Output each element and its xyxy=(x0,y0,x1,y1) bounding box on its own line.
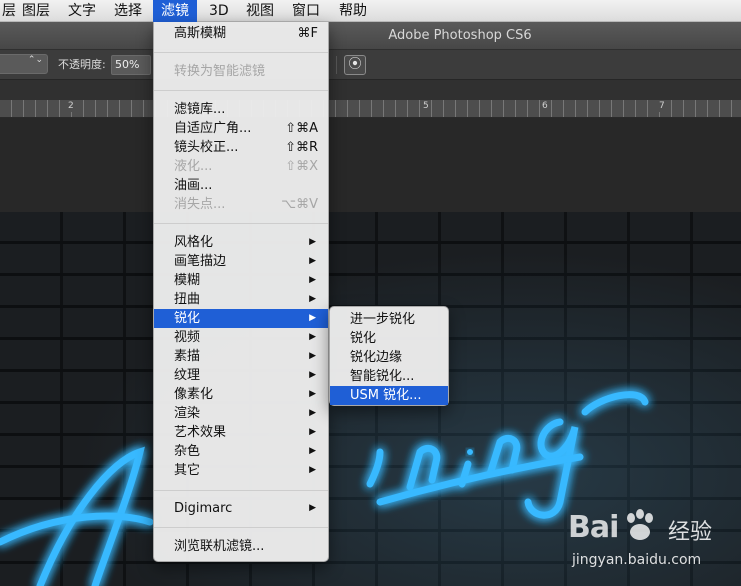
shortcut-label: ⇧⌘A xyxy=(285,121,318,136)
ruler-number: 7 xyxy=(657,100,667,112)
submenu-arrow-icon: ▶ xyxy=(309,408,316,418)
submenu-arrow-icon: ▶ xyxy=(309,427,316,437)
baidu-watermark: Bai 经验 jingyan.baidu.com xyxy=(560,500,741,586)
menu-separator xyxy=(154,527,328,528)
submenu-arrow-icon: ▶ xyxy=(309,503,316,513)
shortcut-label: ⇧⌘R xyxy=(285,140,318,155)
filter-dropdown-menu: 高斯模糊 ⌘F 转换为智能滤镜 滤镜库... 自适应广角... ⇧⌘A 镜头校正… xyxy=(153,22,329,562)
document-tab-strip xyxy=(0,80,741,100)
menu-item-gaussian-blur[interactable]: 高斯模糊 ⌘F xyxy=(154,24,328,43)
sharpen-submenu: 进一步锐化 锐化 锐化边缘 智能锐化... USM 锐化... xyxy=(329,306,449,406)
menu-item-sharpen[interactable]: 锐化 ▶ xyxy=(154,309,328,328)
submenu-arrow-icon: ▶ xyxy=(309,332,316,342)
select-arrows-icon: ⌃⌄ xyxy=(27,55,43,65)
submenu-item-sharpen-edges[interactable]: 锐化边缘 xyxy=(330,348,448,367)
ruler-number: 6 xyxy=(540,100,550,112)
menu-item-sketch[interactable]: 素描 ▶ xyxy=(154,347,328,366)
menu-window[interactable]: 窗口 xyxy=(284,0,328,22)
menu-layer[interactable]: 图层 xyxy=(14,0,58,22)
menu-item-stylize[interactable]: 风格化 ▶ xyxy=(154,233,328,252)
menu-item-browse-filters-online[interactable]: 浏览联机滤镜... xyxy=(154,537,328,556)
menu-item-pixelate[interactable]: 像素化 ▶ xyxy=(154,385,328,404)
workspace-background xyxy=(0,118,741,212)
menu-item-adaptive-wide-angle[interactable]: 自适应广角... ⇧⌘A xyxy=(154,119,328,138)
menu-item-filter-gallery[interactable]: 滤镜库... xyxy=(154,100,328,119)
airbrush-button[interactable]: ⦿ xyxy=(344,55,366,75)
menu-separator xyxy=(154,90,328,91)
menu-item-brush-strokes[interactable]: 画笔描边 ▶ xyxy=(154,252,328,271)
submenu-arrow-icon: ▶ xyxy=(309,370,316,380)
menu-item-lens-correction[interactable]: 镜头校正... ⇧⌘R xyxy=(154,138,328,157)
menu-item-vanishing-point[interactable]: 消失点... ⌥⌘V xyxy=(154,195,328,214)
title-bar: Adobe Photoshop CS6 xyxy=(0,22,741,50)
menu-item-digimarc[interactable]: Digimarc ▶ xyxy=(154,499,328,518)
submenu-item-unsharp-mask[interactable]: USM 锐化... xyxy=(330,386,448,405)
menu-3d[interactable]: 3D xyxy=(201,0,237,22)
shortcut-label: ⇧⌘X xyxy=(285,159,318,174)
menu-select[interactable]: 选择 xyxy=(106,0,150,22)
app-title: Adobe Photoshop CS6 xyxy=(388,28,532,43)
ruler-number: 5 xyxy=(421,100,431,112)
watermark-brand: Bai xyxy=(568,510,619,545)
submenu-arrow-icon: ▶ xyxy=(309,465,316,475)
menu-item-artistic[interactable]: 艺术效果 ▶ xyxy=(154,423,328,442)
menu-item-render[interactable]: 渲染 ▶ xyxy=(154,404,328,423)
ruler-number: 2 xyxy=(66,100,76,112)
divider xyxy=(336,56,337,74)
menu-view[interactable]: 视图 xyxy=(238,0,282,22)
submenu-arrow-icon: ▶ xyxy=(309,256,316,266)
submenu-arrow-icon: ▶ xyxy=(309,351,316,361)
opacity-input[interactable]: 50% xyxy=(111,55,151,75)
options-bar: ⌃⌄ 不透明度: 50% ⦿ xyxy=(0,50,741,80)
menu-separator xyxy=(154,52,328,53)
menu-item-noise[interactable]: 杂色 ▶ xyxy=(154,442,328,461)
menu-item-video[interactable]: 视频 ▶ xyxy=(154,328,328,347)
submenu-item-sharpen-more[interactable]: 进一步锐化 xyxy=(330,310,448,329)
submenu-item-smart-sharpen[interactable]: 智能锐化... xyxy=(330,367,448,386)
watermark-url: jingyan.baidu.com xyxy=(572,552,702,568)
menu-bar: 层 图层 文字 选择 滤镜 3D 视图 窗口 帮助 xyxy=(0,0,741,22)
shortcut-label: ⌘F xyxy=(297,26,318,41)
menu-item-convert-smart-filters[interactable]: 转换为智能滤镜 xyxy=(154,62,328,81)
menu-separator xyxy=(154,490,328,491)
menu-item-texture[interactable]: 纹理 ▶ xyxy=(154,366,328,385)
paw-logo-icon xyxy=(627,509,653,540)
menu-item-blur[interactable]: 模糊 ▶ xyxy=(154,271,328,290)
watermark-brand-suffix: 经验 xyxy=(668,520,713,545)
airbrush-icon: ⦿ xyxy=(348,57,362,72)
submenu-arrow-icon: ▶ xyxy=(309,446,316,456)
menu-item-liquify[interactable]: 液化... ⇧⌘X xyxy=(154,157,328,176)
horizontal-ruler[interactable]: 2 5 6 7 xyxy=(0,100,741,118)
blend-mode-select[interactable]: ⌃⌄ xyxy=(0,54,48,74)
menu-separator xyxy=(154,223,328,224)
menu-item-distort[interactable]: 扭曲 ▶ xyxy=(154,290,328,309)
submenu-arrow-icon: ▶ xyxy=(309,294,316,304)
menu-type[interactable]: 文字 xyxy=(60,0,104,22)
menu-item-oil-paint[interactable]: 油画... xyxy=(154,176,328,195)
opacity-label: 不透明度: xyxy=(58,58,106,71)
submenu-arrow-icon: ▶ xyxy=(309,389,316,399)
menu-filter[interactable]: 滤镜 xyxy=(153,0,197,22)
submenu-item-sharpen[interactable]: 锐化 xyxy=(330,329,448,348)
submenu-arrow-icon: ▶ xyxy=(309,237,316,247)
menu-help[interactable]: 帮助 xyxy=(331,0,375,22)
menu-item-other[interactable]: 其它 ▶ xyxy=(154,461,328,480)
submenu-arrow-icon: ▶ xyxy=(309,275,316,285)
shortcut-label: ⌥⌘V xyxy=(281,197,318,212)
submenu-arrow-icon: ▶ xyxy=(309,313,316,323)
